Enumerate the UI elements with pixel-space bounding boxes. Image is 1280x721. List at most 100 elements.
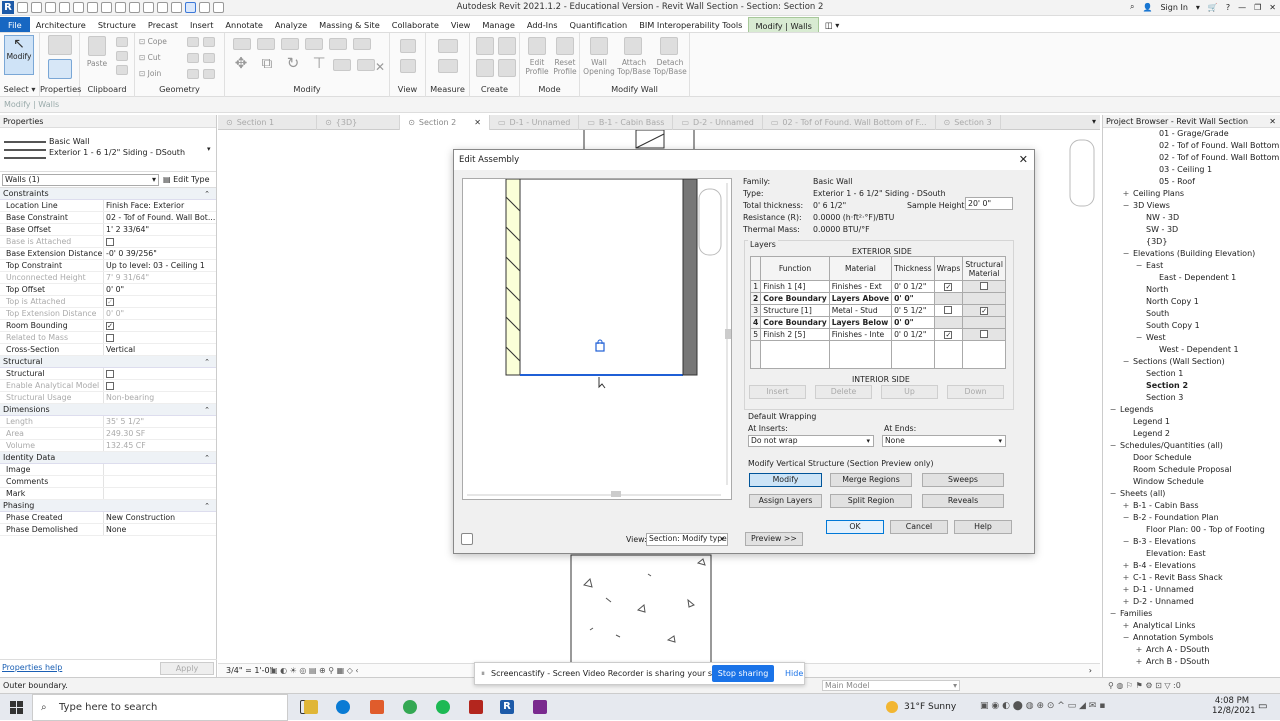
browser-item[interactable]: 02 - Tof of Found. Wall Bottom of F <box>1148 152 1280 164</box>
property-value[interactable] <box>104 368 216 379</box>
measure-tool-icon[interactable] <box>438 39 458 53</box>
file-explorer-icon[interactable] <box>304 700 318 714</box>
tab-bim-interoperability[interactable]: BIM Interoperability Tools <box>633 17 748 32</box>
view-scale[interactable]: 3/4" = 1'-0" <box>226 664 273 677</box>
attach-icon[interactable] <box>624 37 642 55</box>
browser-item[interactable]: − Annotation Symbols <box>1122 632 1214 644</box>
tab-b1[interactable]: ▭ B-1 - Cabin Bass <box>579 115 674 130</box>
mirror-draw-icon[interactable] <box>305 38 323 50</box>
tab-architecture[interactable]: Architecture <box>30 17 92 32</box>
material-cell[interactable]: Finishes - Inte <box>828 328 893 341</box>
expand-toggle-icon[interactable]: − <box>1109 440 1117 452</box>
property-group[interactable]: Dimensions ⌃ <box>0 404 216 416</box>
layer-row[interactable]: 4 Core Boundary Layers Below 0' 0" <box>749 316 1006 329</box>
browser-item[interactable]: + D-2 - Unnamed <box>1122 596 1194 608</box>
layer-row[interactable]: 5 Finish 2 [5] Finishes - Inte 0' 0 1/2" ✓ <box>749 328 1006 341</box>
close-icon[interactable]: ✕ <box>1269 3 1276 12</box>
up-button[interactable]: Up <box>881 385 938 399</box>
join-button[interactable]: ⊡ Join <box>139 69 179 78</box>
property-value[interactable]: -0' 0 39/256" <box>104 248 216 259</box>
ribbon-toggle-icon[interactable]: ◫ ▾ <box>819 17 845 32</box>
copy-element-icon[interactable]: ⧉ <box>257 56 277 71</box>
function-cell[interactable]: Core Boundary <box>760 316 830 329</box>
edit-type-button[interactable]: ▤ Edit Type <box>163 174 213 186</box>
layer-row[interactable]: 2 Core Boundary Layers Above 0' 0" <box>749 292 1006 305</box>
apply-button[interactable]: Apply <box>160 662 214 675</box>
tab-insert[interactable]: Insert <box>184 17 219 32</box>
tab-section-1[interactable]: ⊙ Section 1 <box>218 115 318 130</box>
expand-toggle-icon[interactable]: + <box>1122 596 1130 608</box>
assign-layers-button[interactable]: Assign Layers <box>749 494 822 508</box>
sample-height-input[interactable]: 20' 0" <box>965 197 1013 210</box>
layers-table[interactable]: Function Material Thickness Wraps Struct… <box>749 256 1006 369</box>
collapse-icon[interactable]: ⌃ <box>204 500 210 512</box>
tab-file[interactable]: File <box>0 17 30 32</box>
function-cell[interactable]: Structure [1] <box>760 304 830 317</box>
thickness-cell[interactable]: 0' 0 1/2" <box>891 280 935 293</box>
scroll-right-icon[interactable]: › <box>1089 664 1092 677</box>
browser-item[interactable]: + C-1 - Revit Bass Shack <box>1122 572 1223 584</box>
collapse-icon[interactable]: ⌃ <box>204 356 210 368</box>
property-value[interactable] <box>104 464 216 475</box>
material-cell[interactable]: Metal - Stud <box>828 304 893 317</box>
browser-item[interactable]: − B-2 - Foundation Plan <box>1122 512 1219 524</box>
layer-row[interactable]: 3 Structure [1] Metal - Stud 0' 5 1/2" ✓ <box>749 304 1006 317</box>
expand-toggle-icon[interactable]: − <box>1135 332 1143 344</box>
expand-toggle-icon[interactable]: − <box>1122 248 1130 260</box>
chrome-icon[interactable] <box>403 700 417 714</box>
down-button[interactable]: Down <box>947 385 1004 399</box>
edit-profile-icon[interactable] <box>528 37 546 55</box>
browser-item[interactable]: Elevation: East <box>1135 548 1206 560</box>
minimize-icon[interactable]: — <box>1238 3 1246 12</box>
acrobat-icon[interactable] <box>469 700 483 714</box>
close-icon[interactable]: ✕ <box>474 115 481 130</box>
expand-toggle-icon[interactable]: + <box>1122 572 1130 584</box>
checkbox[interactable] <box>106 334 114 342</box>
preview-button[interactable]: Preview >> <box>745 532 803 546</box>
restore-icon[interactable]: ❐ <box>1254 3 1261 12</box>
expand-toggle-icon[interactable]: − <box>1122 200 1130 212</box>
hide-icon[interactable] <box>400 39 416 53</box>
browser-item[interactable]: North Copy 1 <box>1135 296 1199 308</box>
edge-icon[interactable] <box>336 700 350 714</box>
modify-button[interactable]: ↖ Modify <box>4 35 34 75</box>
array-icon[interactable] <box>333 59 351 71</box>
properties-icon[interactable] <box>48 59 72 79</box>
collapse-icon[interactable]: ⌃ <box>204 188 210 200</box>
weather-text[interactable]: 31°F Sunny <box>904 702 956 712</box>
wraps-cell[interactable] <box>933 304 964 317</box>
browser-item[interactable]: South <box>1135 308 1169 320</box>
property-value[interactable] <box>104 476 216 487</box>
structural-cell[interactable] <box>962 328 1006 341</box>
function-cell[interactable]: Finish 2 [5] <box>760 328 830 341</box>
create-assembly-icon[interactable] <box>476 37 494 55</box>
rotate-icon[interactable]: ↻ <box>283 56 303 71</box>
wall-joins-icon[interactable] <box>187 53 199 63</box>
delete-icon[interactable]: ✕ <box>373 61 387 73</box>
stop-sharing-button[interactable]: Stop sharing <box>712 665 774 682</box>
browser-item[interactable]: Floor Plan: 00 - Top of Footing <box>1135 524 1265 536</box>
browser-item[interactable]: − Sheets (all) <box>1109 488 1166 500</box>
expand-toggle-icon[interactable]: + <box>1135 644 1143 656</box>
at-ends-select[interactable]: None ▾ <box>882 435 1006 447</box>
thickness-cell[interactable]: 0' 0" <box>891 316 935 329</box>
browser-item[interactable]: Room Schedule Proposal <box>1122 464 1232 476</box>
split-face-icon[interactable] <box>187 37 199 47</box>
tab-d2[interactable]: ▭ D-2 - Unnamed <box>673 115 763 130</box>
browser-item[interactable]: − Schedules/Quantities (all) <box>1109 440 1223 452</box>
tab-modify-walls[interactable]: Modify | Walls <box>748 17 819 32</box>
tab-floor-plan[interactable]: ▭ 02 - Tof of Found. Wall Bottom of F... <box>763 115 936 130</box>
browser-item[interactable]: North <box>1135 284 1168 296</box>
property-value[interactable] <box>104 488 216 499</box>
trim-icon[interactable]: ⊤ <box>309 56 329 71</box>
expand-toggle-icon[interactable]: + <box>1122 620 1130 632</box>
cut-button[interactable]: ⊡ Cut <box>139 53 179 62</box>
browser-item[interactable]: Door Schedule <box>1122 452 1192 464</box>
browser-item[interactable]: + D-1 - Unnamed <box>1122 584 1194 596</box>
browser-item[interactable]: East - Dependent 1 <box>1148 272 1236 284</box>
demolish-icon[interactable] <box>203 53 215 63</box>
reveals-button[interactable]: Reveals <box>922 494 1004 508</box>
browser-item[interactable]: 01 - Grage/Grade <box>1148 128 1229 140</box>
tab-add-ins[interactable]: Add-Ins <box>521 17 564 32</box>
tab-3d[interactable]: ⊙ {3D} <box>317 115 401 130</box>
